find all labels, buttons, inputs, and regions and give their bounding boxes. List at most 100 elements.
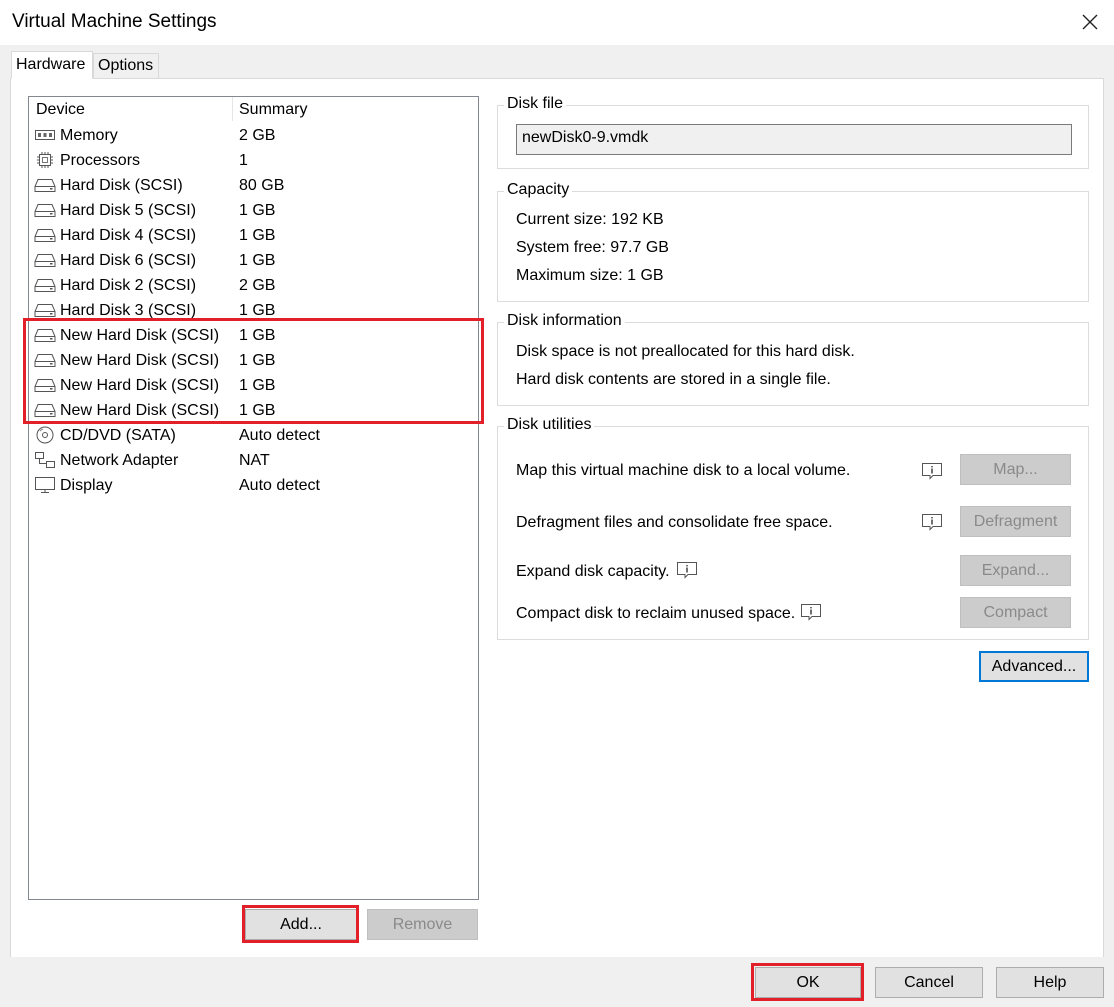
display-icon: [34, 476, 56, 494]
memory-icon: [34, 126, 56, 144]
hard-disk-icon: [34, 301, 56, 319]
device-summary: 1 GB: [239, 252, 276, 269]
device-summary: 1 GB: [239, 352, 276, 369]
device-row[interactable]: Hard Disk (SCSI) 80 GB: [29, 173, 478, 198]
title-bar: Virtual Machine Settings: [0, 0, 1114, 45]
device-row[interactable]: New Hard Disk (SCSI) 1 GB: [29, 323, 478, 348]
device-summary: 80 GB: [239, 177, 285, 194]
compact-info-icon[interactable]: [800, 603, 822, 621]
single-file-text: Hard disk contents are stored in a singl…: [516, 371, 831, 388]
hard-disk-icon: [34, 251, 56, 269]
remove-button[interactable]: Remove: [367, 909, 478, 940]
device-name: Hard Disk 4 (SCSI): [60, 227, 197, 244]
close-icon[interactable]: [1076, 8, 1104, 36]
ok-button[interactable]: OK: [755, 967, 861, 998]
device-name: Memory: [60, 127, 118, 144]
window-title: Virtual Machine Settings: [12, 11, 217, 32]
tab-options[interactable]: Options: [93, 53, 159, 79]
device-row[interactable]: Hard Disk 2 (SCSI) 2 GB: [29, 273, 478, 298]
device-name: New Hard Disk (SCSI): [60, 402, 220, 419]
disk-utilities-group: Disk utilities Map this virtual machine …: [497, 416, 1089, 640]
device-summary: 1 GB: [239, 227, 276, 244]
map-description: Map this virtual machine disk to a local…: [516, 462, 851, 479]
device-name: New Hard Disk (SCSI): [60, 327, 220, 344]
cancel-button[interactable]: Cancel: [875, 967, 983, 998]
hard-disk-icon: [34, 201, 56, 219]
defragment-button[interactable]: Defragment: [960, 506, 1071, 537]
device-name: CD/DVD (SATA): [60, 427, 176, 444]
device-row[interactable]: New Hard Disk (SCSI) 1 GB: [29, 373, 478, 398]
disk-information-title: Disk information: [504, 312, 625, 330]
device-list[interactable]: Device Summary Memory 2 GB Processors 1 Hard…: [28, 96, 479, 900]
device-row[interactable]: New Hard Disk (SCSI) 1 GB: [29, 348, 478, 373]
map-info-icon[interactable]: [921, 462, 943, 480]
expand-info-icon[interactable]: [676, 561, 698, 579]
device-row[interactable]: Network Adapter NAT: [29, 448, 478, 473]
device-name: Processors: [60, 152, 141, 169]
device-summary: 1 GB: [239, 377, 276, 394]
dialog-button-bar: OK Cancel Help: [0, 957, 1114, 1007]
device-summary: 1: [239, 152, 248, 169]
defragment-description: Defragment files and consolidate free sp…: [516, 514, 833, 531]
device-name: Hard Disk (SCSI): [60, 177, 183, 194]
hard-disk-icon: [34, 376, 56, 394]
capacity-group: Capacity Current size: 192 KB System fre…: [497, 181, 1089, 302]
disk-file-title: Disk file: [504, 95, 567, 113]
hard-disk-icon: [34, 276, 56, 294]
device-summary: 1 GB: [239, 402, 276, 419]
device-name: Hard Disk 3 (SCSI): [60, 302, 197, 319]
device-row[interactable]: Hard Disk 5 (SCSI) 1 GB: [29, 198, 478, 223]
current-size-text: Current size: 192 KB: [516, 211, 664, 228]
device-summary: 2 GB: [239, 277, 276, 294]
device-row[interactable]: Processors 1: [29, 148, 478, 173]
device-summary: Auto detect: [239, 427, 320, 444]
disk-file-field[interactable]: newDisk0-9.vmdk: [516, 124, 1072, 155]
device-name: Hard Disk 5 (SCSI): [60, 202, 197, 219]
add-button[interactable]: Add...: [245, 909, 357, 940]
disk-file-group: Disk file newDisk0-9.vmdk: [497, 95, 1089, 169]
device-summary: 1 GB: [239, 202, 276, 219]
device-row[interactable]: Display Auto detect: [29, 473, 478, 498]
device-name: Network Adapter: [60, 452, 179, 469]
column-header-summary[interactable]: Summary: [239, 101, 307, 119]
expand-button[interactable]: Expand...: [960, 555, 1071, 586]
device-name: Hard Disk 6 (SCSI): [60, 252, 197, 269]
device-row[interactable]: CD/DVD (SATA) Auto detect: [29, 423, 478, 448]
dialog-body: Hardware Options Device Summary Memory 2 …: [0, 45, 1114, 1007]
column-divider[interactable]: [232, 97, 233, 121]
list-header: Device Summary: [29, 97, 478, 121]
disk-information-group: Disk information Disk space is not preal…: [497, 312, 1089, 406]
device-name: New Hard Disk (SCSI): [60, 352, 220, 369]
hard-disk-icon: [34, 176, 56, 194]
device-name: Display: [60, 477, 113, 494]
hard-disk-icon: [34, 226, 56, 244]
device-row[interactable]: Memory 2 GB: [29, 123, 478, 148]
maximum-size-text: Maximum size: 1 GB: [516, 267, 664, 284]
cd-dvd-icon: [34, 426, 56, 444]
device-summary: 1 GB: [239, 327, 276, 344]
device-row[interactable]: Hard Disk 3 (SCSI) 1 GB: [29, 298, 478, 323]
tab-hardware[interactable]: Hardware: [11, 51, 93, 79]
capacity-title: Capacity: [504, 181, 573, 199]
network-adapter-icon: [34, 451, 56, 469]
device-summary: 1 GB: [239, 302, 276, 319]
processor-icon: [34, 151, 56, 169]
preallocation-text: Disk space is not preallocated for this …: [516, 343, 855, 360]
device-name: New Hard Disk (SCSI): [60, 377, 220, 394]
device-row[interactable]: New Hard Disk (SCSI) 1 GB: [29, 398, 478, 423]
hard-disk-icon: [34, 351, 56, 369]
hard-disk-icon: [34, 326, 56, 344]
advanced-button[interactable]: Advanced...: [979, 651, 1089, 682]
map-button[interactable]: Map...: [960, 454, 1071, 485]
device-row[interactable]: Hard Disk 4 (SCSI) 1 GB: [29, 223, 478, 248]
hardware-tab-panel: Device Summary Memory 2 GB Processors 1 Hard…: [10, 78, 1104, 958]
system-free-text: System free: 97.7 GB: [516, 239, 669, 256]
column-header-device[interactable]: Device: [36, 101, 85, 119]
defragment-info-icon[interactable]: [921, 513, 943, 531]
compact-description: Compact disk to reclaim unused space.: [516, 605, 796, 622]
help-button[interactable]: Help: [996, 967, 1104, 998]
compact-button[interactable]: Compact: [960, 597, 1071, 628]
disk-utilities-title: Disk utilities: [504, 416, 595, 434]
device-row[interactable]: Hard Disk 6 (SCSI) 1 GB: [29, 248, 478, 273]
device-summary: 2 GB: [239, 127, 276, 144]
